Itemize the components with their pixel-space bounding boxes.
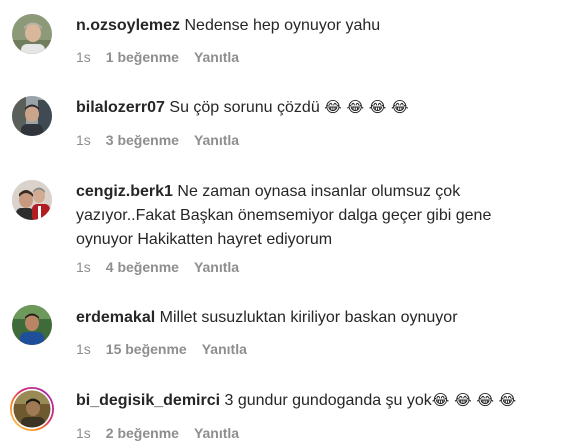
comment-text: n.ozsoylemez Nedense hep oynuyor yahu [76,14,537,38]
comment-username[interactable]: n.ozsoylemez [76,17,180,34]
comment-item: bilalozerr07 Su çöp sorunu çözdü 😂 😂 😂 😂… [0,80,567,164]
likes-count[interactable]: 2 beğenme [106,425,179,441]
reply-button[interactable]: Yanıtla [194,132,239,148]
comment-body: Su çöp sorunu çözdü [169,99,320,116]
comment-username[interactable]: erdemakal [76,309,155,326]
avatar[interactable] [12,14,52,54]
likes-count[interactable]: 15 beğenme [106,341,187,357]
reply-button[interactable]: Yanıtla [202,341,247,357]
comment-body: Millet susuzluktan kiriliyor baskan oynu… [159,309,458,326]
likes-count[interactable]: 1 beğenme [106,49,179,65]
comment-time: 1s [76,425,91,441]
comment-text: bi_degisik_demirci 3 gundur gundoganda ş… [76,388,537,413]
avatar[interactable] [12,305,52,345]
comment-username[interactable]: bilalozerr07 [76,99,165,116]
comment-body: 3 gundur gundoganda şu yok [224,392,432,409]
comment-username[interactable]: cengiz.berk1 [76,183,173,200]
comment-time: 1s [76,259,91,275]
comment-item: erdemakal Millet susuzluktan kiriliyor b… [0,292,567,370]
comment-time: 1s [76,132,91,148]
reply-button[interactable]: Yanıtla [194,259,239,275]
comment-item: n.ozsoylemez Nedense hep oynuyor yahu 1s… [0,0,567,80]
comment-username[interactable]: bi_degisik_demirci [76,392,220,409]
comment-body: Nedense hep oynuyor yahu [184,17,381,34]
comment-time: 1s [76,341,91,357]
likes-count[interactable]: 4 beğenme [106,259,179,275]
comment-item: bi_degisik_demirci 3 gundur gundoganda ş… [0,370,567,443]
comment-time: 1s [76,49,91,65]
laughing-emoji-icon: 😂 😂 😂 😂 [431,391,517,409]
reply-button[interactable]: Yanıtla [194,49,239,65]
comment-item: cengiz.berk1 Ne zaman oynasa insanlar ol… [0,164,567,292]
avatar-with-story-ring[interactable] [9,386,55,432]
comment-text: bilalozerr07 Su çöp sorunu çözdü 😂 😂 😂 😂 [76,95,537,120]
avatar[interactable] [12,96,52,136]
laughing-emoji-icon: 😂 😂 😂 😂 [324,98,409,116]
comment-text: erdemakal Millet susuzluktan kiriliyor b… [76,306,537,330]
reply-button[interactable]: Yanıtla [194,425,239,441]
likes-count[interactable]: 3 beğenme [106,132,179,148]
avatar[interactable] [12,180,52,220]
comment-text: cengiz.berk1 Ne zaman oynasa insanlar ol… [76,180,537,252]
